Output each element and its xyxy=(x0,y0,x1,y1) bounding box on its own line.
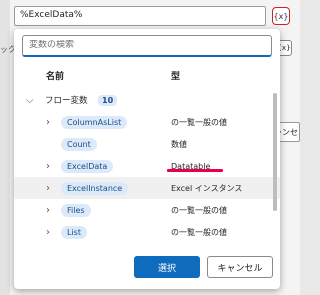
highlight-underline xyxy=(167,169,223,172)
list-item[interactable]: › Files の一覧一般の値 xyxy=(14,199,280,221)
variable-type: Excel インスタンス xyxy=(171,183,243,193)
chevron-right-icon[interactable]: › xyxy=(46,183,50,194)
variable-search-box[interactable] xyxy=(22,35,272,57)
variable-type: の一覧一般の値 xyxy=(171,227,227,237)
variable-picker-popup: 名前 型 ⌵ フロー変数 10 › ColumnAsList の一覧一般の値 C… xyxy=(14,29,280,289)
variable-name: ExcelInstance xyxy=(61,181,129,195)
group-count-badge: 10 xyxy=(98,94,118,106)
list-item[interactable]: › List の一覧一般の値 xyxy=(14,221,280,243)
chevron-right-icon[interactable]: › xyxy=(46,117,50,128)
chevron-right-icon[interactable]: › xyxy=(46,161,50,172)
variable-name: Files xyxy=(61,203,91,217)
name-column-header: 名前 xyxy=(46,72,65,82)
scrollbar-thumb[interactable] xyxy=(273,93,277,211)
cancel-button[interactable]: キャンセル xyxy=(207,256,273,278)
list-item[interactable]: › ColumnAsList の一覧一般の値 xyxy=(14,111,280,133)
list-item[interactable]: Count 数値 xyxy=(14,133,280,155)
chevron-down-icon[interactable]: ⌵ xyxy=(26,95,34,106)
flow-variables-group[interactable]: ⌵ フロー変数 10 xyxy=(14,89,280,111)
variable-type: 数値 xyxy=(171,139,187,149)
list-item[interactable]: › ExcelData Datatable xyxy=(14,155,280,177)
scrollbar[interactable] xyxy=(272,89,278,239)
variable-name: ExcelData xyxy=(61,159,114,173)
variable-type: の一覧一般の値 xyxy=(171,205,227,215)
variable-search-input[interactable] xyxy=(29,40,265,50)
variable-picker-button[interactable]: {x} xyxy=(272,7,290,25)
chevron-right-icon[interactable]: › xyxy=(46,227,50,238)
variable-name: ColumnAsList xyxy=(61,115,128,129)
variable-name: List xyxy=(61,225,87,239)
variable-value-input[interactable]: %ExcelData% xyxy=(14,6,266,26)
variable-name: Count xyxy=(61,137,97,151)
chevron-right-icon[interactable]: › xyxy=(46,205,50,216)
group-label: フロー変数 xyxy=(45,96,88,106)
variable-type: の一覧一般の値 xyxy=(171,117,227,127)
select-button[interactable]: 選択 xyxy=(134,256,200,278)
list-item[interactable]: › ExcelInstance Excel インスタンス xyxy=(14,177,280,199)
type-column-header: 型 xyxy=(171,72,181,82)
